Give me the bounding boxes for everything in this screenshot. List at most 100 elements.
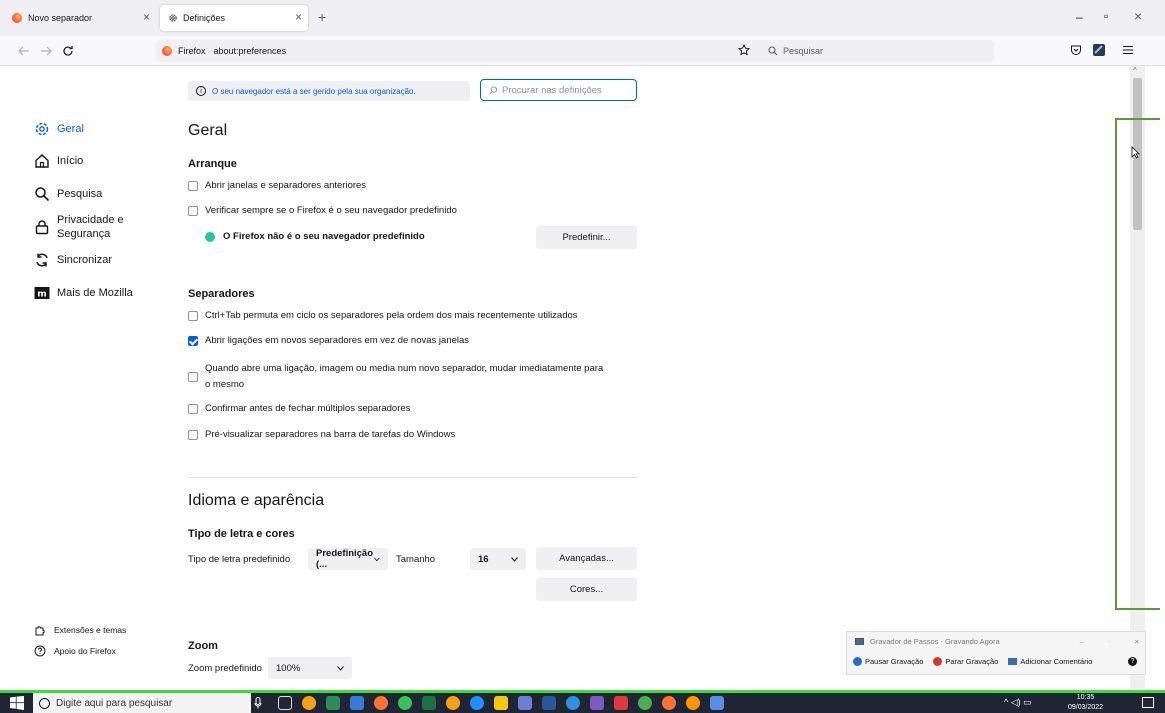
add-comment-button[interactable]: Adicionar Comentário (1008, 657, 1092, 666)
clock-time: 10:35 (1076, 694, 1095, 701)
managed-notice[interactable]: i O seu navegador está a ser gerido pela… (188, 81, 470, 101)
bookmark-star-icon[interactable] (738, 44, 750, 56)
sidebar-item-sync[interactable]: Sincronizar (34, 252, 112, 268)
mozilla-icon: m (34, 287, 50, 300)
default-font-value: Predefinição (... (316, 548, 374, 570)
sidebar-footer-help[interactable]: Apoio do Firefox (34, 645, 116, 657)
forward-arrow-icon[interactable] (40, 46, 52, 56)
microphone-icon[interactable] (254, 697, 262, 709)
switch-to-new-tab-checkbox[interactable]: Quando abre uma ligação, imagem ou media… (188, 361, 603, 393)
ctrl-tab-checkbox[interactable]: Ctrl+Tab permuta em ciclo os separadores… (188, 310, 578, 321)
notifications-icon[interactable] (1142, 697, 1154, 708)
excel-icon[interactable] (422, 696, 436, 710)
close-tab-icon[interactable]: × (295, 10, 302, 24)
menu-icon[interactable] (1122, 45, 1134, 55)
sidebar-footer-extensions[interactable]: Extensões e temas (34, 624, 126, 636)
extension-icon[interactable] (1092, 43, 1106, 57)
close-tab-icon[interactable]: × (143, 10, 150, 24)
sidebar-item-label: Geral (57, 123, 84, 135)
url-address: about:preferences (213, 46, 287, 56)
recorder-close-icon[interactable]: × (1135, 637, 1139, 646)
firefox-taskbar-icon[interactable] (374, 696, 388, 710)
restore-session-checkbox[interactable]: Abrir janelas e separadores anteriores (188, 180, 366, 191)
checkbox[interactable] (188, 403, 198, 414)
app-icon[interactable] (590, 696, 604, 710)
windows-start-icon[interactable] (10, 696, 24, 710)
scroll-up-icon[interactable]: ^ (1133, 66, 1137, 75)
help-icon[interactable]: ? (1128, 656, 1137, 666)
pause-recording-button[interactable]: Pausar Gravação (853, 656, 923, 666)
chrome-icon[interactable] (302, 696, 316, 710)
reload-icon[interactable] (62, 45, 74, 57)
gear-icon (169, 14, 177, 22)
checkbox[interactable] (188, 180, 198, 191)
clock[interactable]: 10:35 09/03/2022 (1068, 693, 1103, 713)
search-bar[interactable]: Pesquisar (758, 40, 994, 62)
firefox-taskbar-icon[interactable] (686, 696, 700, 710)
taskbar-preview-checkbox[interactable]: Pré-visualizar separadores na barra de t… (188, 429, 455, 440)
tab-new-tab[interactable]: Novo separador × (4, 5, 156, 31)
sidebar-item-home[interactable]: Início (34, 153, 83, 169)
app-icon[interactable] (518, 696, 532, 710)
file-explorer-icon[interactable] (350, 696, 364, 710)
search-icon (489, 85, 498, 94)
app-icon[interactable] (326, 696, 340, 710)
back-arrow-icon[interactable] (18, 46, 30, 56)
powerbi-icon[interactable] (494, 696, 508, 710)
confirm-close-tabs-checkbox[interactable]: Confirmar antes de fechar múltiplos sepa… (188, 403, 410, 414)
internet-explorer-icon[interactable] (566, 696, 580, 710)
url-bar[interactable]: Firefox about:preferences (156, 40, 766, 62)
checkbox-label: Confirmar antes de fechar múltiplos sepa… (205, 403, 411, 414)
tab-settings[interactable]: Definições × (160, 5, 308, 31)
default-font-select[interactable]: Predefinição (... (308, 548, 388, 570)
font-size-select[interactable]: 16 (470, 548, 526, 570)
firefox-taskbar-icon[interactable] (662, 696, 676, 710)
recorder-minimize-icon[interactable]: – (1080, 637, 1084, 646)
appearance-title: Idioma e aparência (188, 492, 325, 509)
word-icon[interactable] (542, 696, 556, 710)
chrome-icon[interactable] (446, 696, 460, 710)
font-size-label: Tamanho (396, 554, 436, 565)
check-default-browser-checkbox[interactable]: Verificar sempre se o Firefox é o seu na… (188, 205, 457, 216)
checkbox-label: Pré-visualizar separadores na barra de t… (205, 429, 456, 440)
sidebar-item-privacy[interactable]: Privacidade e Segurança (34, 213, 124, 241)
stop-recording-button[interactable]: Parar Gravação (933, 656, 998, 666)
identity-label: Firefox (178, 46, 206, 56)
settings-search-input[interactable]: Procurar nas definições (480, 79, 637, 101)
checkbox-label: Quando abre uma ligação, imagem ou media… (205, 363, 604, 374)
make-default-button[interactable]: Predefinir... (536, 226, 637, 249)
app-icon[interactable] (614, 696, 628, 710)
default-zoom-select[interactable]: 100% (268, 657, 352, 679)
advanced-fonts-button[interactable]: Avançadas... (536, 547, 637, 570)
checkbox-checked[interactable] (188, 335, 198, 346)
puzzle-icon (35, 626, 45, 636)
settings-search-placeholder: Procurar nas definições (502, 84, 602, 96)
firefox-icon (162, 46, 172, 56)
sidebar-footer-label: Apoio do Firefox (54, 646, 116, 656)
sidebar-item-mozilla[interactable]: m Mais de Mozilla (34, 285, 133, 301)
taskbar-search-box[interactable]: Digite aqui para pesquisar (33, 693, 251, 713)
close-window-button[interactable]: × (1134, 8, 1142, 24)
checkbox[interactable] (188, 310, 198, 321)
checkbox[interactable] (188, 372, 198, 382)
app-icon[interactable] (638, 696, 652, 710)
steps-recorder-title: Gravador de Passos - Gravando Agora (870, 636, 1000, 646)
new-tab-button[interactable]: + (318, 9, 326, 25)
task-view-icon[interactable] (278, 696, 292, 710)
steps-recorder-taskbar-icon[interactable] (710, 696, 724, 710)
checkbox[interactable] (188, 205, 198, 216)
colors-button[interactable]: Cores... (536, 578, 637, 601)
app-icon[interactable] (398, 696, 412, 710)
checkbox[interactable] (188, 429, 198, 440)
lock-icon (35, 220, 49, 235)
recorder-maximize-icon[interactable]: ▫ (1108, 637, 1111, 646)
maximize-button[interactable]: ▫ (1104, 9, 1108, 23)
edge-icon[interactable] (470, 696, 484, 710)
search-icon (35, 187, 50, 202)
sidebar-item-search[interactable]: Pesquisa (34, 186, 102, 202)
minimize-button[interactable]: – (1076, 10, 1083, 24)
open-links-in-tabs-checkbox[interactable]: Abrir ligações em novos separadores em v… (188, 335, 469, 346)
pocket-icon[interactable] (1070, 44, 1082, 56)
sidebar-item-general[interactable]: Geral (34, 121, 84, 137)
system-tray-icons[interactable]: ^ ◁) ▭ (1004, 697, 1032, 708)
